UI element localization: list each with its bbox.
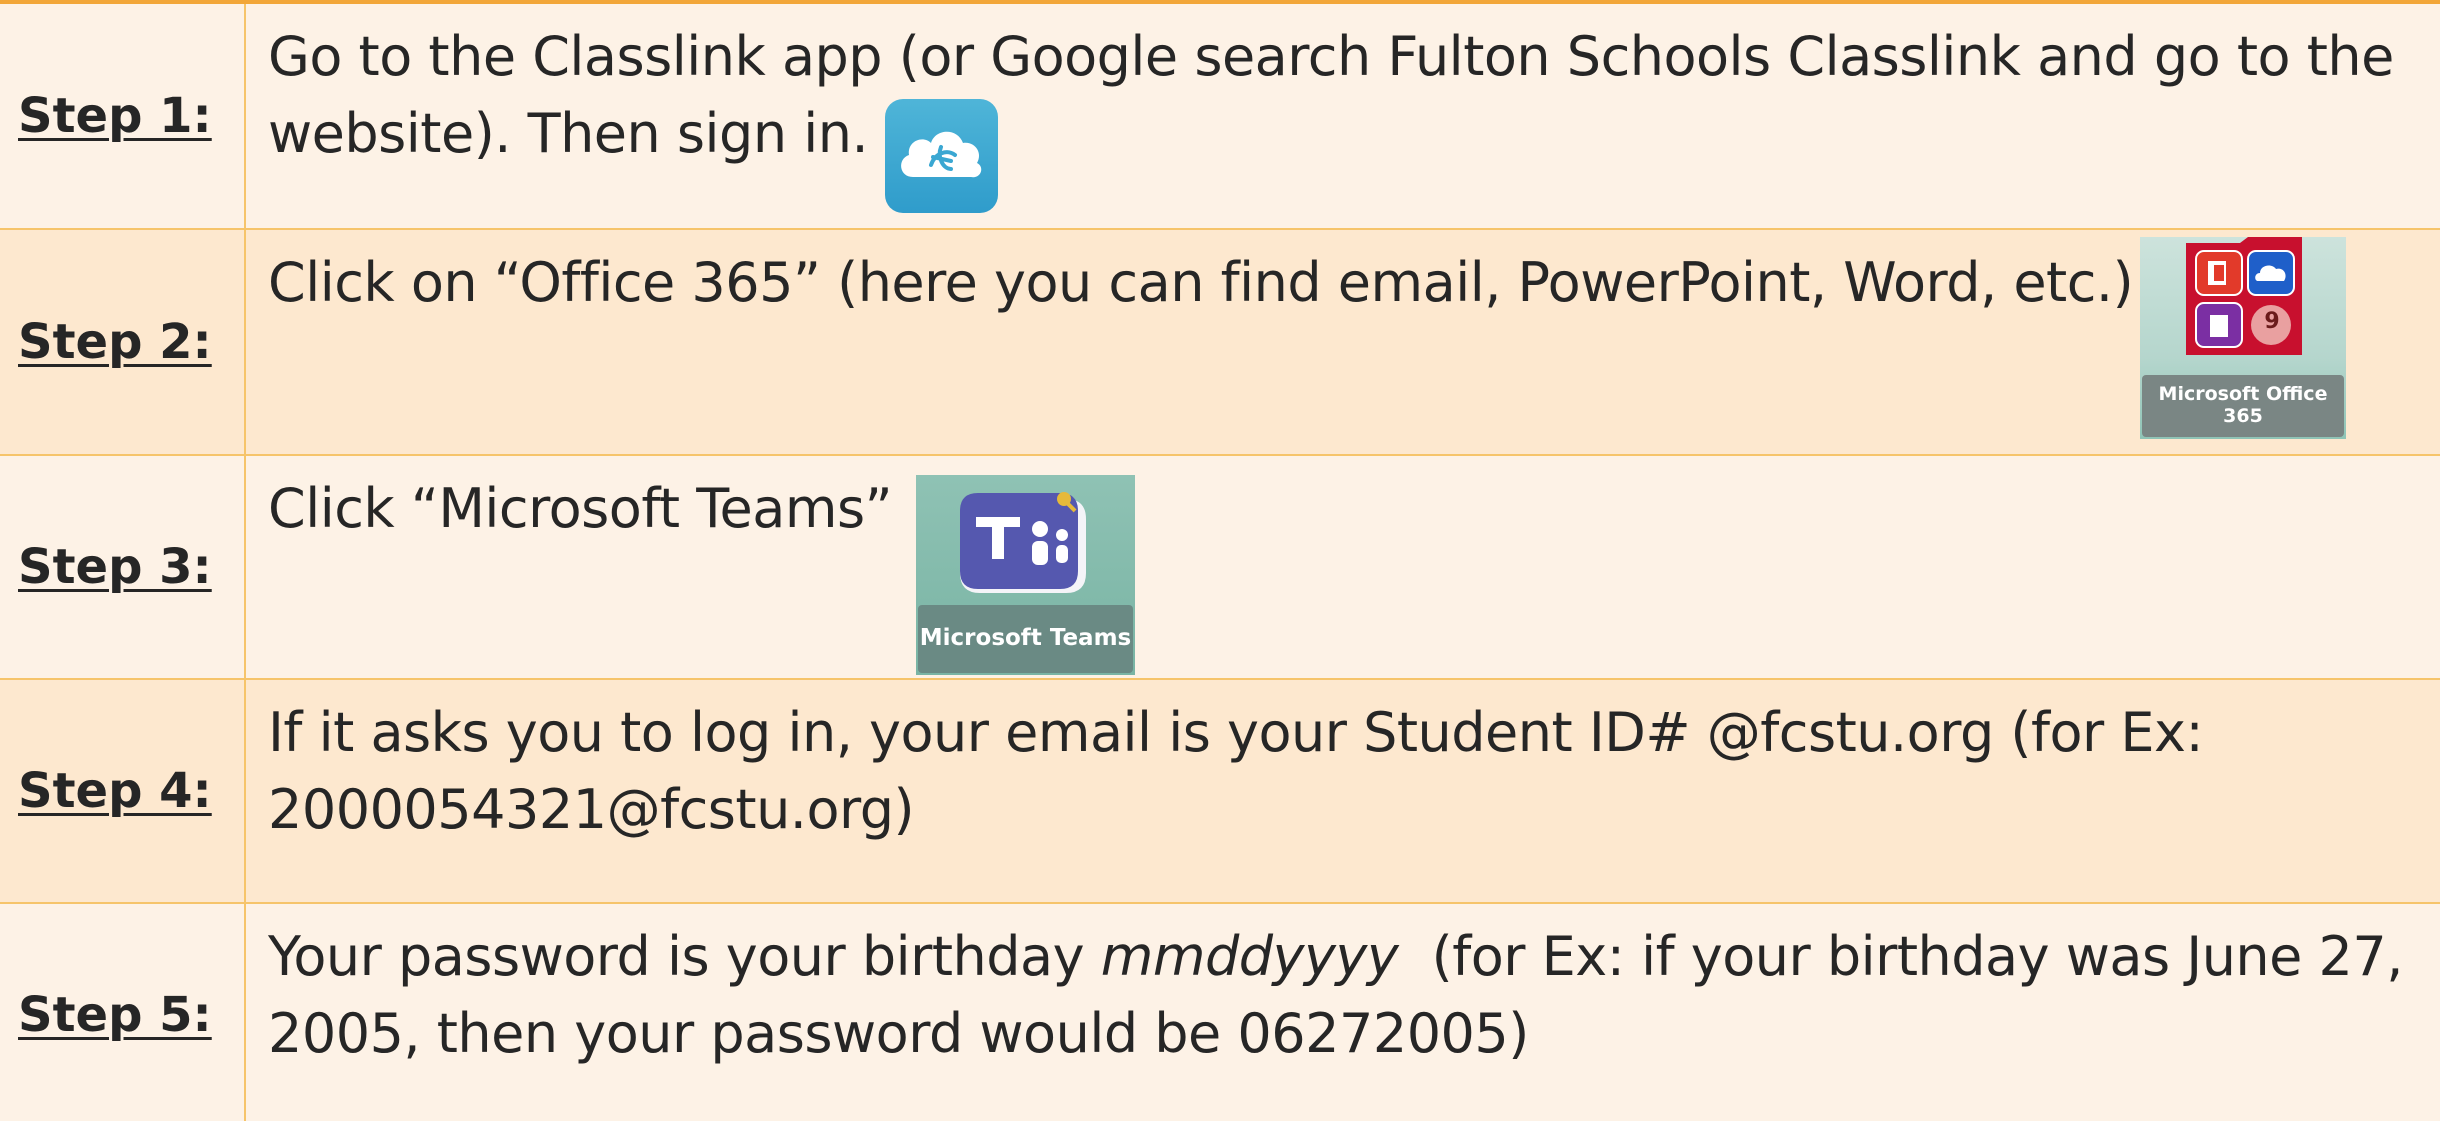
step-label-cell: Step 5:: [0, 904, 246, 1121]
step-1-line-1: Go to the Classlink app (or Google searc…: [268, 25, 2394, 88]
step-label-cell: Step 2:: [0, 230, 246, 454]
step-2-text: Click on “Office 365” (here you can find…: [268, 244, 2134, 321]
tile-label-bar: Microsoft Office 365: [2142, 375, 2344, 437]
classlink-app-icon: [885, 99, 998, 213]
step-2-row: Step 2: Click on “Office 365” (here you …: [0, 230, 2440, 456]
step-3-label: Step 3:: [18, 539, 212, 595]
step-label-cell: Step 3:: [0, 456, 246, 678]
step-5-line-1-prefix: Your password is your birthday: [268, 925, 1101, 988]
password-format: mmddyyyy: [1100, 925, 1399, 988]
step-1-row: Step 1: Go to the Classlink app (or Goog…: [0, 4, 2440, 230]
step-5-line-1-suffix: (for Ex: if your birthday was June 27,: [1398, 925, 2404, 988]
step-3-line-1: Click “Microsoft Teams”: [268, 477, 893, 540]
step-5-line-2: 2005, then your password would be 062720…: [268, 1002, 1529, 1065]
step-label-cell: Step 4:: [0, 680, 246, 902]
microsoft-office-365-tile: 9 Microsoft Office 365: [2140, 237, 2346, 439]
tile-caption-line-2: 365: [2223, 405, 2263, 427]
tile-caption-line-1: Microsoft Office: [2158, 383, 2328, 405]
step-4-line-1: If it asks you to log in, your email is …: [268, 701, 2204, 764]
cloud-icon: [901, 131, 982, 178]
step-5-line-1: Your password is your birthday mmddyyyy …: [268, 918, 2403, 995]
step-1-label: Step 1:: [18, 88, 212, 144]
step-5-text: Your password is your birthday mmddyyyy …: [268, 918, 2403, 1072]
step-label-cell: Step 1:: [0, 4, 246, 228]
step-4-label: Step 4:: [18, 763, 212, 819]
step-5-row: Step 5: Your password is your birthday m…: [0, 904, 2440, 1121]
step-4-line-2: 2000054321@fcstu.org): [268, 778, 915, 841]
tile-label-bar: Microsoft Teams: [918, 605, 1133, 673]
tile-caption: Microsoft Teams: [919, 625, 1132, 651]
step-1-text: Go to the Classlink app (or Google searc…: [268, 18, 2394, 172]
step-1-line-2: website). Then sign in.: [268, 102, 869, 165]
step-5-label: Step 5:: [18, 986, 212, 1043]
step-3-row: Step 3: Click “Microsoft Teams”: [0, 456, 2440, 680]
step-4-text: If it asks you to log in, your email is …: [268, 694, 2204, 848]
step-2-label: Step 2:: [18, 314, 212, 370]
step-3-text: Click “Microsoft Teams”: [268, 470, 893, 547]
badge-count: 9: [2264, 309, 2280, 334]
step-4-row: Step 4: If it asks you to log in, your e…: [0, 680, 2440, 904]
step-2-line-1: Click on “Office 365” (here you can find…: [268, 251, 2134, 314]
microsoft-teams-tile: Microsoft Teams: [916, 475, 1135, 675]
instructions-table: Step 1: Go to the Classlink app (or Goog…: [0, 0, 2440, 1121]
